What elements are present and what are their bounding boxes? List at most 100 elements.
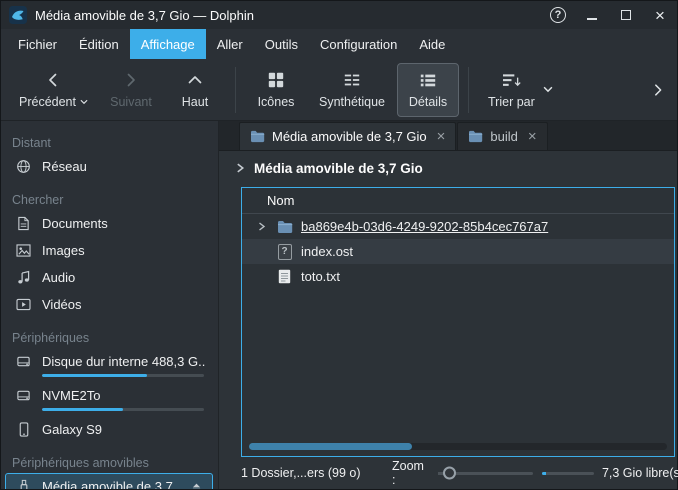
caret-down-icon: [543, 86, 553, 93]
sidebar-item-reseau[interactable]: Réseau: [5, 153, 213, 180]
file-row[interactable]: ? index.ost: [242, 239, 674, 264]
dolphin-window: Média amovible de 3,7 Gio — Dolphin ? × …: [0, 0, 678, 490]
documents-icon: [15, 216, 32, 231]
close-button[interactable]: ×: [651, 6, 669, 24]
location-bar[interactable]: Média amovible de 3,7 Gio: [219, 151, 677, 185]
sidebar-item-nvme2to[interactable]: NVME2To: [5, 382, 213, 416]
audio-icon: [15, 270, 32, 285]
file-view: Nom ba869e4b-03d6-4249-9202-85b4cec767a7…: [241, 187, 675, 457]
up-button[interactable]: Haut: [164, 63, 226, 117]
maximize-button[interactable]: [617, 6, 635, 24]
eject-button[interactable]: [190, 480, 206, 489]
up-icon: [187, 70, 203, 90]
menu-fichier[interactable]: Fichier: [7, 29, 68, 59]
menu-edition[interactable]: Édition: [68, 29, 130, 59]
horizontal-scrollbar[interactable]: [249, 443, 667, 450]
status-summary: 1 Dossier,...ers (99 o): [241, 466, 383, 480]
menu-aide[interactable]: Aide: [408, 29, 456, 59]
back-label: Précédent: [19, 95, 76, 109]
file-row[interactable]: ba869e4b-03d6-4249-9202-85b4cec767a7: [242, 214, 674, 239]
icons-view-icon: [267, 70, 285, 90]
minimize-button[interactable]: [583, 6, 601, 24]
back-icon: [45, 70, 61, 90]
window-title: Média amovible de 3,7 Gio — Dolphin: [35, 8, 254, 23]
file-row[interactable]: toto.txt: [242, 264, 674, 289]
section-header-distant: Distant: [5, 133, 213, 153]
zoom-slider-handle[interactable]: [443, 467, 456, 480]
sidebar-item-removable-media[interactable]: Média amovible de 3,7 ...: [5, 473, 213, 489]
folder-icon: [276, 220, 293, 234]
caret-down-icon: [80, 99, 88, 105]
sidebar-item-label: Galaxy S9: [42, 422, 206, 437]
help-button[interactable]: ?: [549, 6, 567, 24]
icons-view-label: Icônes: [258, 95, 295, 109]
sidebar-item-label: Documents: [42, 216, 206, 231]
free-space-bar: [542, 472, 594, 475]
menu-affichage[interactable]: Affichage: [130, 29, 206, 59]
chevron-right-icon[interactable]: [235, 163, 245, 173]
file-name: toto.txt: [301, 269, 340, 284]
zoom-label: Zoom :: [392, 459, 429, 487]
sidebar-item-audio[interactable]: Audio: [5, 264, 213, 291]
tab-close-icon[interactable]: ×: [528, 129, 537, 144]
tab-label: Média amovible de 3,7 Gio: [272, 129, 427, 144]
section-header-chercher: Chercher: [5, 190, 213, 210]
sidebar-item-documents[interactable]: Documents: [5, 210, 213, 237]
breadcrumb-location[interactable]: Média amovible de 3,7 Gio: [254, 161, 423, 176]
back-button[interactable]: Précédent: [9, 63, 98, 117]
sort-by-button[interactable]: Trier par: [478, 63, 563, 117]
tab-build[interactable]: build ×: [457, 122, 547, 150]
zoom-slider[interactable]: [438, 472, 533, 475]
folder-icon: [468, 130, 483, 143]
sidebar-item-label: Média amovible de 3,7 ...: [42, 479, 180, 489]
sidebar-item-label: Images: [42, 243, 206, 258]
tab-bar: Média amovible de 3,7 Gio × build ×: [219, 121, 677, 151]
folder-icon: [250, 130, 265, 143]
forward-label: Suivant: [110, 95, 152, 109]
text-file-icon: [276, 269, 293, 284]
details-view-label: Détails: [409, 95, 447, 109]
phone-icon: [15, 422, 32, 437]
scrollbar-handle[interactable]: [249, 443, 412, 450]
app-icon[interactable]: [9, 6, 27, 24]
compact-view-button[interactable]: Synthétique: [309, 63, 395, 117]
sidebar-item-videos[interactable]: Vidéos: [5, 291, 213, 318]
column-header-name[interactable]: Nom: [242, 188, 674, 214]
tab-removable-media[interactable]: Média amovible de 3,7 Gio ×: [239, 122, 456, 150]
menu-outils[interactable]: Outils: [254, 29, 309, 59]
status-bar: 1 Dossier,...ers (99 o) Zoom : 7,3 Gio l…: [219, 457, 677, 489]
toolbar-separator: [235, 67, 236, 113]
forward-button[interactable]: Suivant: [100, 63, 162, 117]
sidebar-item-images[interactable]: Images: [5, 237, 213, 264]
details-view-button[interactable]: Détails: [397, 63, 459, 117]
window-controls: ? ×: [549, 6, 669, 24]
videos-icon: [15, 298, 32, 311]
sidebar-item-label: Vidéos: [42, 297, 206, 312]
forward-icon: [123, 70, 139, 90]
titlebar[interactable]: Média amovible de 3,7 Gio — Dolphin ? ×: [1, 1, 677, 29]
close-icon: ×: [655, 7, 665, 24]
sort-icon: [502, 70, 521, 90]
sidebar-item-galaxy-s9[interactable]: Galaxy S9: [5, 416, 213, 443]
icons-view-button[interactable]: Icônes: [245, 63, 307, 117]
menu-configuration[interactable]: Configuration: [309, 29, 408, 59]
file-name: ba869e4b-03d6-4249-9202-85b4cec767a7: [301, 219, 548, 234]
disk-usage-bar: [42, 408, 204, 411]
disk-usage-bar: [42, 374, 204, 377]
menu-aller[interactable]: Aller: [206, 29, 254, 59]
main-area: Média amovible de 3,7 Gio × build × Médi…: [219, 121, 677, 489]
help-icon: ?: [550, 7, 566, 23]
tab-close-icon[interactable]: ×: [437, 129, 446, 144]
section-header-peripheriques-amovibles: Périphériques amovibles: [5, 453, 213, 473]
sidebar-item-label: Réseau: [42, 159, 206, 174]
toolbar-overflow-button[interactable]: [651, 83, 669, 97]
sidebar-item-label: Disque dur interne 488,3 G...: [42, 354, 206, 369]
compact-view-label: Synthétique: [319, 95, 385, 109]
file-name: index.ost: [301, 244, 353, 259]
section-header-peripheriques: Périphériques: [5, 328, 213, 348]
sidebar-item-disque-dur-interne[interactable]: Disque dur interne 488,3 G...: [5, 348, 213, 382]
expand-chevron-icon[interactable]: [255, 222, 268, 231]
toolbar: Précédent Suivant Haut Icônes Synthét: [1, 59, 677, 121]
column-header-label: Nom: [267, 193, 294, 208]
sidebar-item-label: Audio: [42, 270, 206, 285]
